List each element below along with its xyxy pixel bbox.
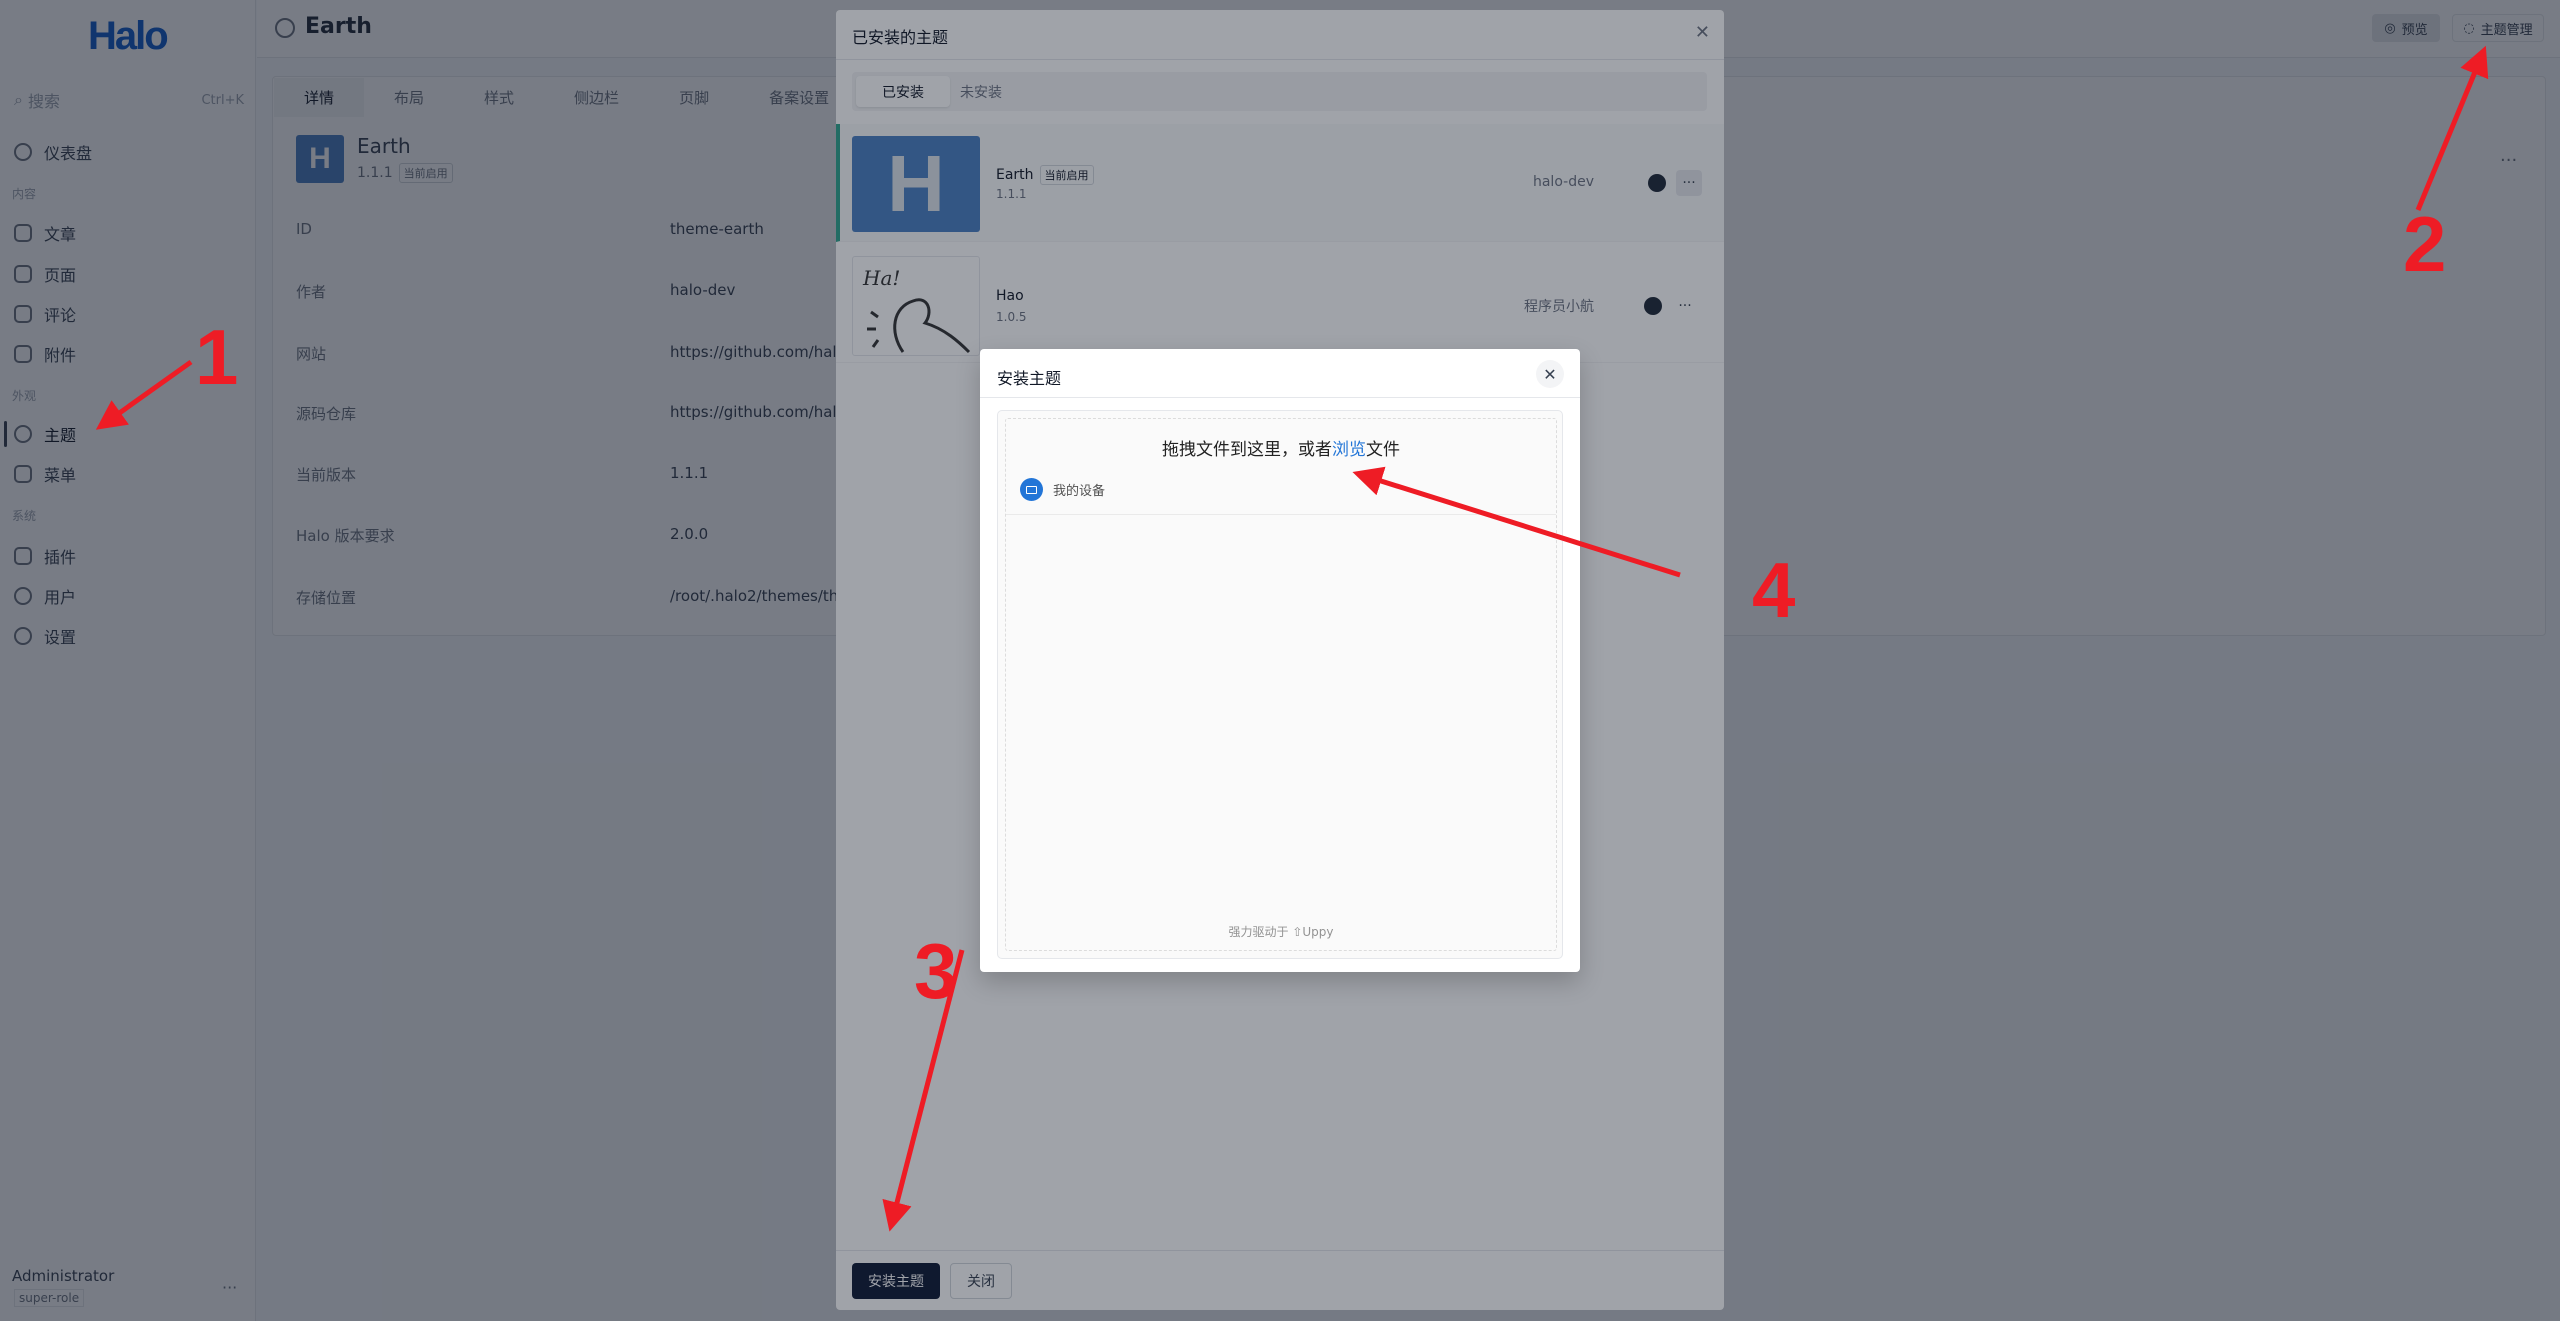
modal-title: 安装主题 bbox=[997, 369, 1062, 388]
install-theme-modal: 安装主题 ✕ 拖拽文件到这里，或者浏览文件 我的设备 强力驱动于 ⇧Uppy bbox=[980, 349, 1580, 972]
divider bbox=[980, 397, 1580, 398]
annotation-number: 2 bbox=[2403, 200, 2447, 288]
powered-by: 强力驱动于 ⇧Uppy bbox=[1228, 925, 1334, 939]
annotation-number: 4 bbox=[1752, 546, 1796, 634]
drop-zone[interactable]: 拖拽文件到这里，或者浏览文件 我的设备 强力驱动于 ⇧Uppy bbox=[1005, 418, 1557, 951]
browse-link[interactable]: 浏览 bbox=[1332, 440, 1366, 460]
my-device-button[interactable]: 我的设备 bbox=[1020, 478, 1105, 501]
annotation-number: 1 bbox=[195, 313, 239, 401]
drop-prefix: 拖拽文件到这里，或者 bbox=[1162, 440, 1332, 460]
annotation-number: 3 bbox=[914, 927, 958, 1015]
drop-instructions: 拖拽文件到这里，或者浏览文件 bbox=[1006, 435, 1556, 460]
drop-suffix: 文件 bbox=[1366, 440, 1400, 460]
close-icon[interactable]: ✕ bbox=[1536, 360, 1564, 388]
divider bbox=[1006, 514, 1556, 515]
uppy-dashboard: 拖拽文件到这里，或者浏览文件 我的设备 强力驱动于 ⇧Uppy bbox=[997, 410, 1563, 959]
label: 我的设备 bbox=[1053, 484, 1106, 499]
folder-icon bbox=[1020, 478, 1043, 501]
